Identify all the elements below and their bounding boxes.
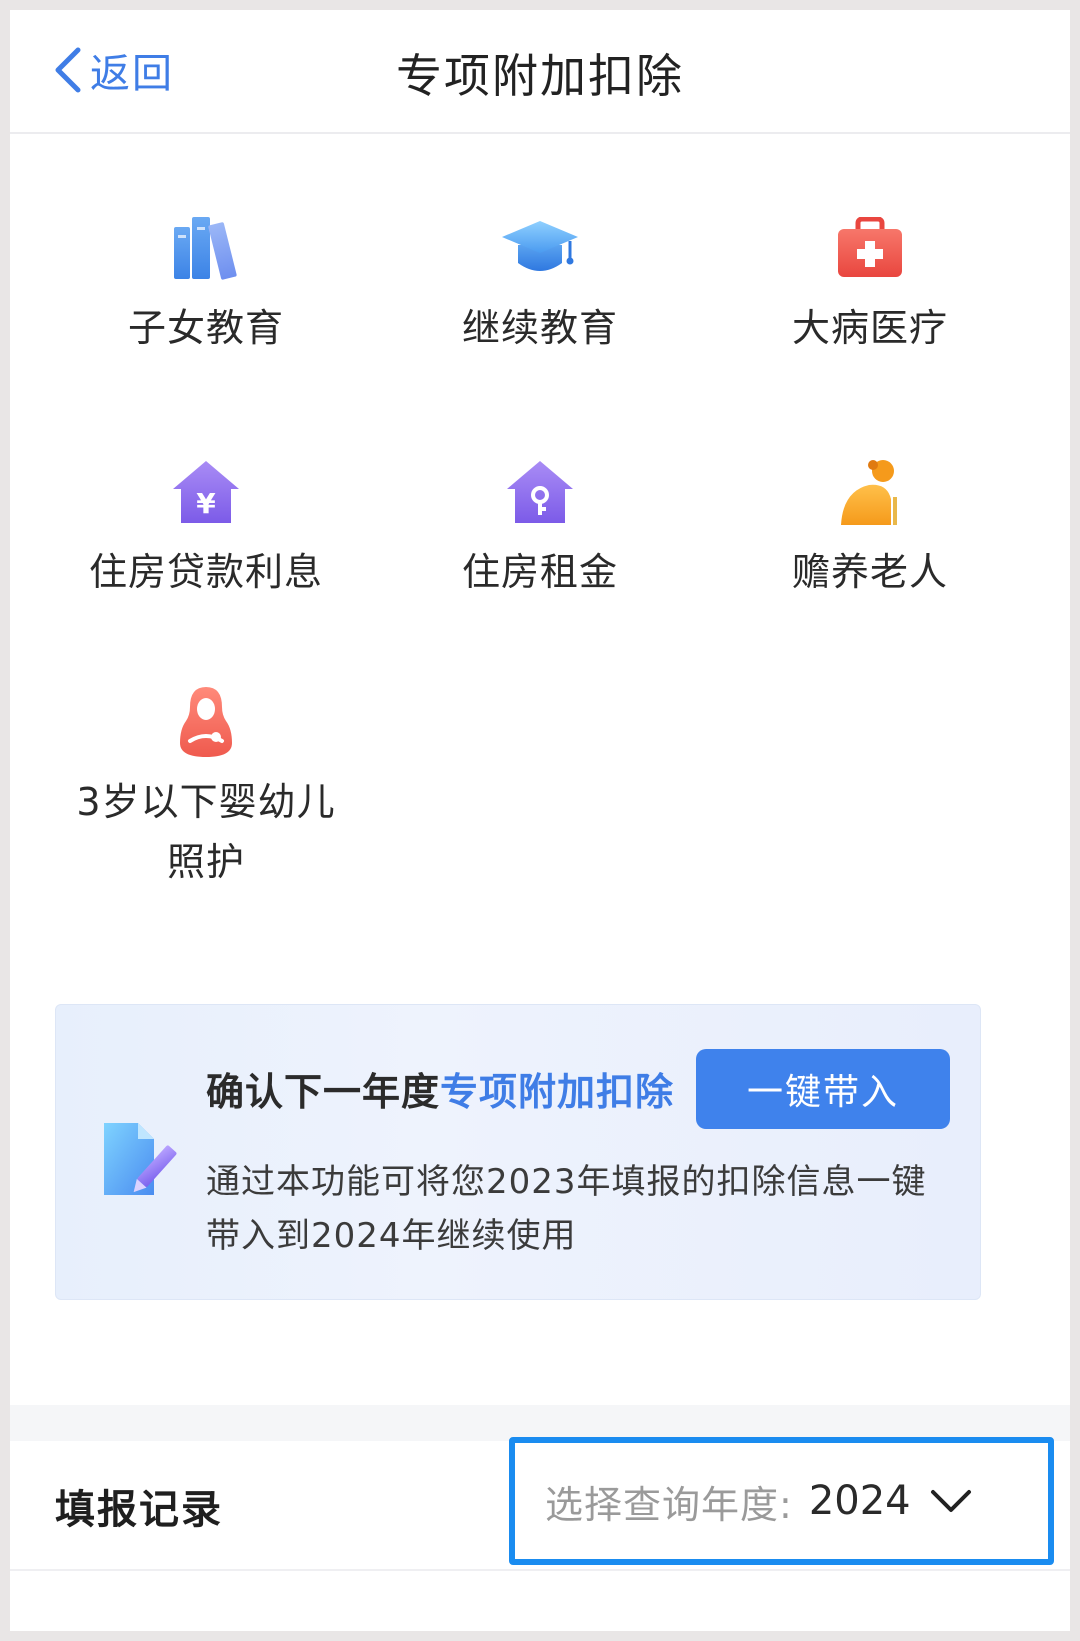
house-key-icon bbox=[500, 452, 580, 532]
category-label: 继续教育 bbox=[461, 306, 618, 350]
category-elderly-support[interactable]: 赡养老人 bbox=[710, 452, 1030, 602]
category-children-education[interactable]: 子女教育 bbox=[46, 208, 366, 358]
mother-baby-icon bbox=[166, 682, 246, 762]
promo-title-prefix: 确认下一年度 bbox=[206, 1070, 441, 1114]
filing-records-bar: 填报记录 选择查询年度: 2024 bbox=[10, 1437, 1070, 1571]
category-label: 住房租金 bbox=[461, 550, 618, 594]
graduation-cap-icon bbox=[500, 208, 580, 288]
category-label: 子女教育 bbox=[127, 306, 284, 350]
house-yuan-icon: ¥ bbox=[166, 452, 246, 532]
category-label: 住房贷款利息 bbox=[88, 550, 323, 594]
category-continuing-education[interactable]: 继续教育 bbox=[380, 208, 700, 358]
medical-kit-icon bbox=[830, 208, 910, 288]
books-icon bbox=[166, 208, 246, 288]
document-edit-icon bbox=[98, 1121, 178, 1201]
records-title: 填报记录 bbox=[55, 1487, 223, 1533]
nav-header: 返回 专项附加扣除 bbox=[10, 10, 1070, 134]
category-housing-rent[interactable]: 住房租金 bbox=[380, 452, 700, 602]
promo-description: 通过本功能可将您2023年填报的扣除信息一键带入到2024年继续使用 bbox=[206, 1162, 927, 1256]
carry-forward-card: 确认下一年度专项附加扣除 一键带入 通过本功能可将您2023年填报的扣除信息一键… bbox=[55, 1004, 981, 1300]
section-divider bbox=[10, 1405, 1070, 1441]
year-select-dropdown[interactable]: 选择查询年度: 2024 bbox=[509, 1437, 1054, 1565]
page-title: 专项附加扣除 bbox=[396, 49, 684, 103]
category-label: 赡养老人 bbox=[791, 550, 948, 594]
year-select-prompt: 选择查询年度: bbox=[545, 1482, 793, 1527]
year-select-value: 2024 bbox=[808, 1478, 911, 1524]
promo-title-highlight: 专项附加扣除 bbox=[440, 1070, 675, 1114]
app-screen: 返回 专项附加扣除 子女教育 继续教育 大病医疗 ¥ 住房贷款利息 住房租金 赡… bbox=[10, 10, 1070, 1631]
svg-text:¥: ¥ bbox=[196, 487, 216, 520]
category-label: 大病医疗 bbox=[791, 306, 948, 350]
category-serious-illness[interactable]: 大病医疗 bbox=[710, 208, 1030, 358]
chevron-down-icon bbox=[930, 1490, 971, 1512]
promo-title: 确认下一年度专项附加扣除 bbox=[206, 1061, 674, 1116]
category-label: 3岁以下婴幼儿照护 bbox=[76, 780, 336, 884]
category-infant-care[interactable]: 3岁以下婴幼儿照护 bbox=[46, 682, 366, 892]
elderly-person-icon bbox=[830, 452, 910, 532]
category-housing-loan-interest[interactable]: ¥ 住房贷款利息 bbox=[46, 452, 366, 602]
one-click-import-button[interactable]: 一键带入 bbox=[696, 1049, 950, 1129]
